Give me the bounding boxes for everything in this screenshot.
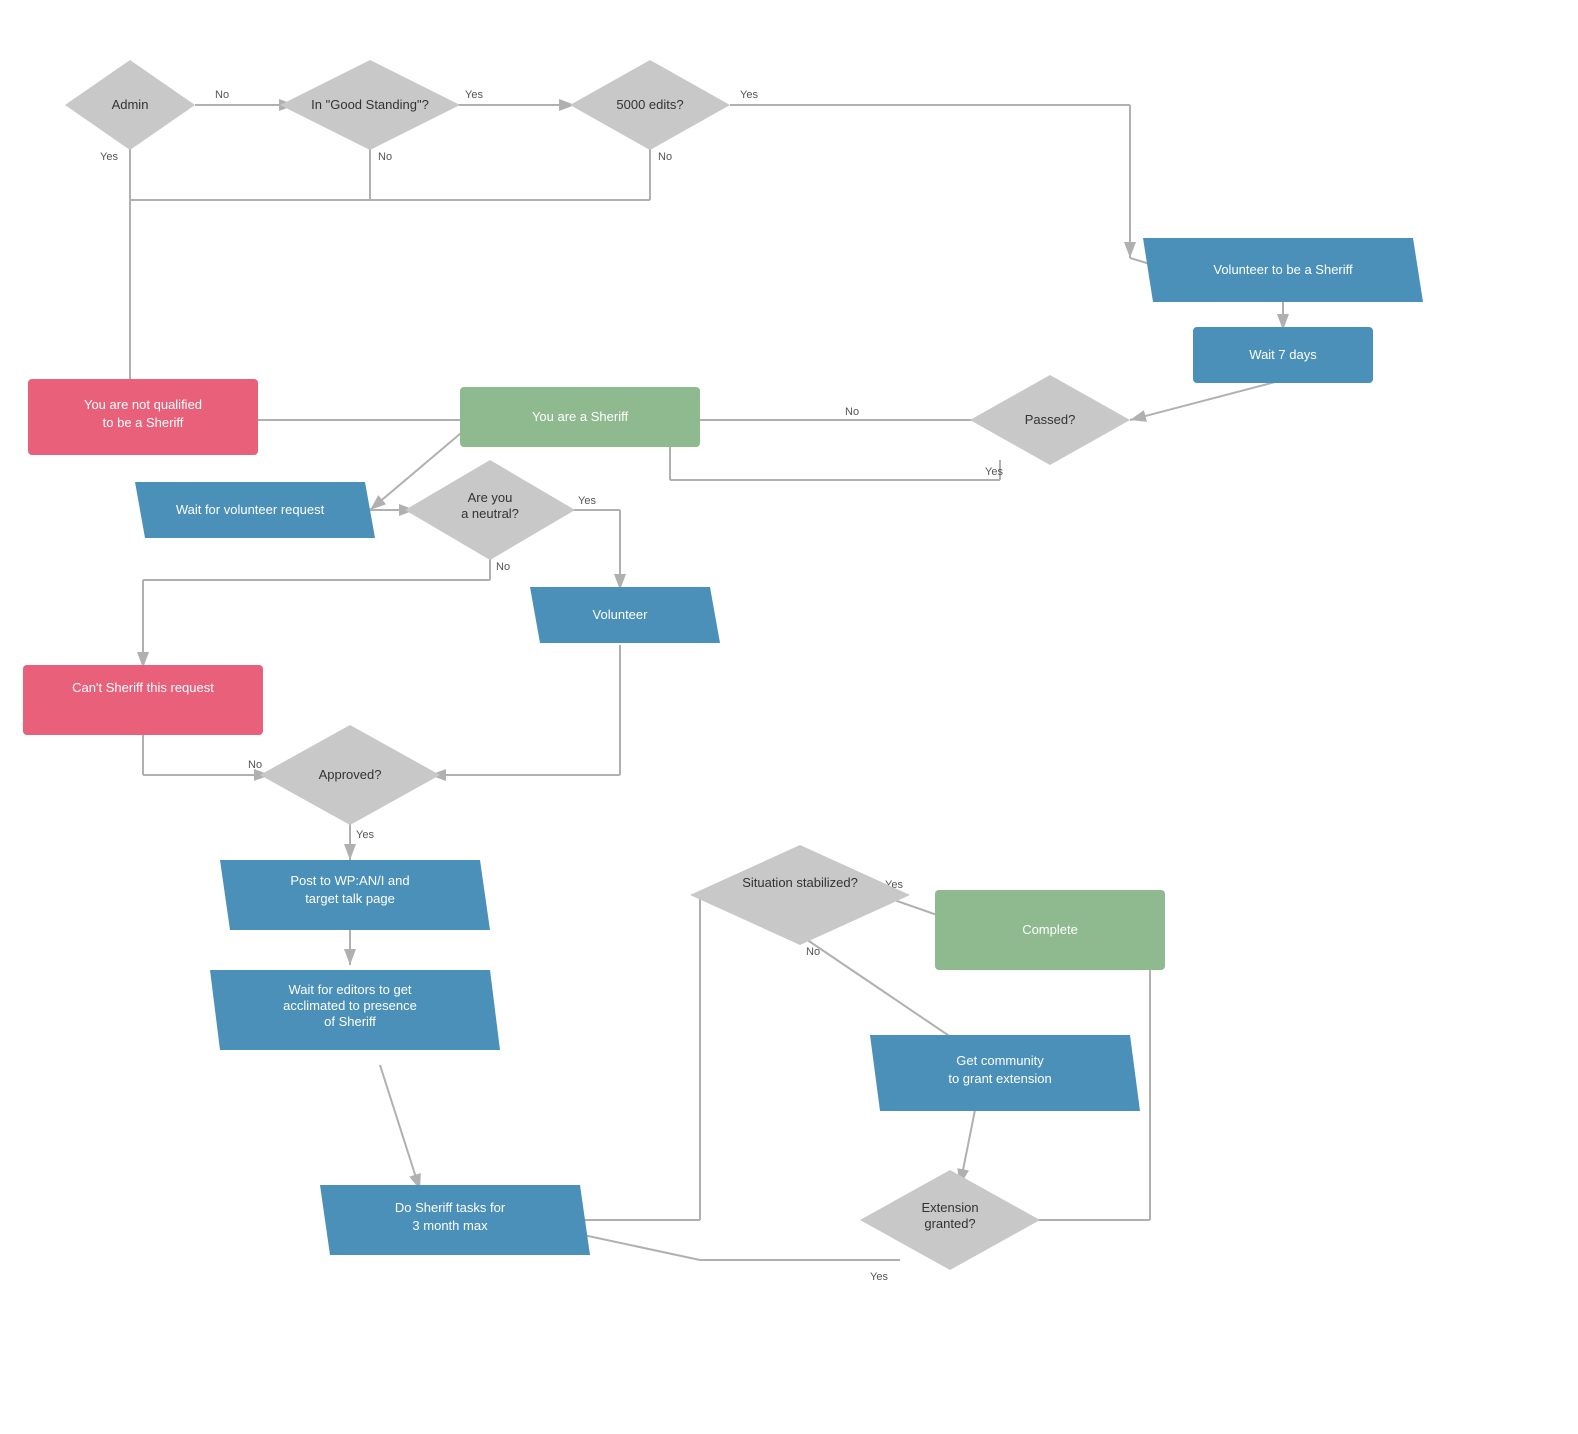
node-5000-edits: 5000 edits?: [570, 60, 730, 150]
node-passed-label: Passed?: [1025, 412, 1076, 427]
node-getcom-label2: to grant extension: [948, 1071, 1051, 1086]
node-cant-label1: Can't Sheriff this request: [72, 680, 214, 695]
flowchart: No Yes Yes No No Yes No Yes Yes: [0, 0, 1578, 1434]
label-admin-yes: Yes: [100, 151, 118, 163]
label-stabilized-no: No: [806, 946, 820, 958]
label-approved-no: No: [248, 759, 262, 771]
arrow-wait-dotasks: [380, 1065, 420, 1190]
arrow-wait-passed: [1130, 380, 1283, 420]
node-extension-granted: Extension granted?: [860, 1170, 1040, 1270]
node-getcom-label1: Get community: [956, 1053, 1044, 1068]
node-vol-sheriff-label: Volunteer to be a Sheriff: [1213, 262, 1353, 277]
label-edits-no: No: [658, 151, 672, 163]
label-neutral-yes: Yes: [578, 495, 596, 507]
node-post-label1: Post to WP:AN/I and: [290, 873, 409, 888]
node-notqualified-label1: You are not qualified: [84, 397, 202, 412]
node-notqualified-label2: to be a Sheriff: [103, 415, 184, 430]
node-dotasks-label1: Do Sheriff tasks for: [395, 1200, 506, 1215]
node-edits-label: 5000 edits?: [616, 97, 683, 112]
node-ext-label1: Extension: [921, 1200, 978, 1215]
node-volunteer-sheriff: Volunteer to be a Sheriff: [1143, 238, 1423, 302]
node-volunteer-label: Volunteer: [593, 607, 649, 622]
node-waiteditors-label1: Wait for editors to get: [288, 982, 411, 997]
node-wait-editors: Wait for editors to get acclimated to pr…: [210, 970, 500, 1050]
node-not-qualified: You are not qualified to be a Sheriff: [28, 379, 258, 455]
node-are-you-neutral: Are you a neutral?: [405, 460, 575, 560]
node-complete: Complete: [935, 890, 1165, 970]
node-sheriff-label: You are a Sheriff: [532, 409, 629, 424]
node-waiteditors-label2: acclimated to presence: [283, 998, 417, 1013]
node-do-sheriff-tasks: Do Sheriff tasks for 3 month max: [320, 1185, 590, 1255]
label-passed-yes: Yes: [985, 466, 1003, 478]
node-ext-label2: granted?: [924, 1216, 975, 1231]
node-post-label2: target talk page: [305, 891, 395, 906]
node-post-wpan: Post to WP:AN/I and target talk page: [220, 860, 490, 930]
node-sit-label1: Situation stabilized?: [742, 875, 858, 890]
node-wait-7days: Wait 7 days: [1193, 327, 1373, 383]
label-extension-yes: Yes: [870, 1271, 888, 1283]
node-passed: Passed?: [970, 375, 1130, 465]
node-goodstanding-label: In "Good Standing"?: [311, 97, 429, 112]
node-neutral-label1: Are you: [468, 490, 513, 505]
label-goodstanding-yes: Yes: [465, 89, 483, 101]
node-you-are-sheriff: You are a Sheriff: [460, 387, 700, 447]
node-cant-sheriff: Can't Sheriff this request: [23, 665, 263, 735]
label-neutral-no: No: [496, 561, 510, 573]
label-approved-yes: Yes: [356, 829, 374, 841]
node-get-community: Get community to grant extension: [870, 1035, 1140, 1111]
node-complete-label: Complete: [1022, 922, 1078, 937]
node-wait-volunteer-req: Wait for volunteer request: [135, 482, 375, 538]
label-edits-yes: Yes: [740, 89, 758, 101]
node-good-standing: In "Good Standing"?: [280, 60, 460, 150]
node-dotasks-label2: 3 month max: [412, 1218, 488, 1233]
node-neutral-label2: a neutral?: [461, 506, 519, 521]
node-situation-stabilized: Situation stabilized?: [690, 845, 910, 945]
label-passed-no: No: [845, 406, 859, 418]
node-approved-label: Approved?: [319, 767, 382, 782]
arrow-getcom-ext: [960, 1110, 975, 1185]
node-waiteditors-label3: of Sheriff: [324, 1014, 376, 1029]
node-volunteer: Volunteer: [530, 587, 720, 643]
label-admin-no: No: [215, 89, 229, 101]
node-admin: Admin: [65, 60, 195, 150]
node-approved: Approved?: [260, 725, 440, 825]
node-wait7-label: Wait 7 days: [1249, 347, 1317, 362]
node-admin-label: Admin: [112, 97, 149, 112]
label-goodstanding-no: No: [378, 151, 392, 163]
node-waitvol-label: Wait for volunteer request: [176, 502, 325, 517]
